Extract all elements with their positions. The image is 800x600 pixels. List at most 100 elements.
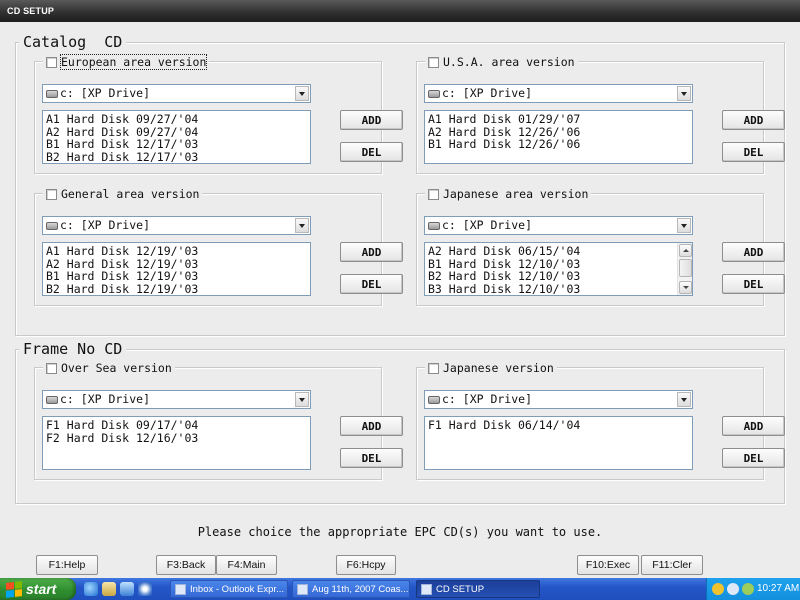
list-item[interactable]: A1 Hard Disk 12/19/'03 <box>46 245 310 258</box>
chevron-down-icon[interactable] <box>295 218 309 233</box>
list-item[interactable]: B1 Hard Disk 12/17/'03 <box>46 138 310 151</box>
japanese-version-del-button[interactable]: DEL <box>722 448 785 468</box>
list-item[interactable]: A2 Hard Disk 06/15/'04 <box>428 245 676 258</box>
usa-disk-list[interactable]: A1 Hard Disk 01/29/'07 A2 Hard Disk 12/2… <box>424 110 693 164</box>
checkbox-box[interactable] <box>428 362 439 374</box>
usa-area-checkbox[interactable]: U.S.A. area version <box>425 54 578 70</box>
european-del-button[interactable]: DEL <box>340 142 403 162</box>
list-item[interactable]: B2 Hard Disk 12/10/'03 <box>428 270 676 283</box>
general-del-button[interactable]: DEL <box>340 274 403 294</box>
drive-select-value: c: [XP Drive] <box>60 218 151 232</box>
over-sea-del-button[interactable]: DEL <box>340 448 403 468</box>
f11-cler-button[interactable]: F11:Cler <box>641 555 703 575</box>
drive-icon <box>46 221 58 230</box>
start-button[interactable]: start <box>0 578 76 600</box>
scroll-down-icon[interactable] <box>679 281 692 294</box>
windows-logo-icon <box>6 580 22 598</box>
chevron-down-icon[interactable] <box>677 86 691 101</box>
outlook-express-icon[interactable] <box>102 582 116 596</box>
list-item[interactable]: B1 Hard Disk 12/26/'06 <box>428 138 692 151</box>
usa-add-button[interactable]: ADD <box>722 110 785 130</box>
shield-icon[interactable] <box>712 583 724 595</box>
catalog-cd-group-title: Catalog CD <box>19 34 127 50</box>
general-area-checkbox[interactable]: General area version <box>43 186 203 202</box>
drive-icon <box>46 395 58 404</box>
list-item[interactable]: B2 Hard Disk 12/19/'03 <box>46 282 310 296</box>
drive-icon <box>46 89 58 98</box>
clock[interactable]: 10:27 AM <box>757 583 799 594</box>
list-item[interactable]: F1 Hard Disk 06/14/'04 <box>428 419 692 432</box>
chevron-down-icon[interactable] <box>677 392 691 407</box>
european-drive-select[interactable]: c: [XP Drive] <box>42 84 311 103</box>
list-scrollbar[interactable] <box>677 243 692 295</box>
f10-exec-button[interactable]: F10:Exec <box>577 555 639 575</box>
japanese-area-add-button[interactable]: ADD <box>722 242 785 262</box>
taskbar-item-cd-setup[interactable]: CD SETUP <box>416 580 540 598</box>
drive-select-value: c: [XP Drive] <box>442 86 533 100</box>
taskbar-item-label: CD SETUP <box>436 583 485 595</box>
chevron-down-icon[interactable] <box>295 86 309 101</box>
japanese-version-add-button[interactable]: ADD <box>722 416 785 436</box>
volume-icon[interactable] <box>727 583 739 595</box>
network-icon[interactable] <box>742 583 754 595</box>
function-key-bar: F1:Help F3:Back F4:Main F6:Hcpy F10:Exec… <box>0 542 800 578</box>
media-player-icon[interactable] <box>138 582 152 596</box>
over-sea-checkbox[interactable]: Over Sea version <box>43 360 175 376</box>
list-item[interactable]: F1 Hard Disk 09/17/'04 <box>46 419 310 432</box>
internet-explorer-icon[interactable] <box>84 582 98 596</box>
application-icon <box>421 583 432 595</box>
f6-hcpy-button[interactable]: F6:Hcpy <box>336 555 396 575</box>
drive-select-value: c: [XP Drive] <box>442 218 533 232</box>
chevron-down-icon[interactable] <box>295 392 309 407</box>
general-drive-select[interactable]: c: [XP Drive] <box>42 216 311 235</box>
list-item[interactable]: A1 Hard Disk 09/27/'04 <box>46 113 310 126</box>
usa-area-label: U.S.A. area version <box>443 55 575 69</box>
list-item[interactable]: A1 Hard Disk 01/29/'07 <box>428 113 692 126</box>
scroll-up-icon[interactable] <box>679 244 692 257</box>
european-disk-list[interactable]: A1 Hard Disk 09/27/'04 A2 Hard Disk 09/2… <box>42 110 311 164</box>
checkbox-box[interactable] <box>46 362 57 374</box>
japanese-area-drive-select[interactable]: c: [XP Drive] <box>424 216 693 235</box>
list-item[interactable]: B2 Hard Disk 12/17/'03 <box>46 150 310 164</box>
japanese-version-drive-select[interactable]: c: [XP Drive] <box>424 390 693 409</box>
over-sea-disk-list[interactable]: F1 Hard Disk 09/17/'04 F2 Hard Disk 12/1… <box>42 416 311 470</box>
usa-del-button[interactable]: DEL <box>722 142 785 162</box>
general-disk-list[interactable]: A1 Hard Disk 12/19/'03 A2 Hard Disk 12/1… <box>42 242 311 296</box>
checkbox-box[interactable] <box>46 56 57 68</box>
drive-select-value: c: [XP Drive] <box>60 392 151 406</box>
general-add-button[interactable]: ADD <box>340 242 403 262</box>
japanese-version-checkbox[interactable]: Japanese version <box>425 360 557 376</box>
drive-icon <box>428 395 440 404</box>
start-label: start <box>26 581 57 597</box>
european-add-button[interactable]: ADD <box>340 110 403 130</box>
japanese-area-del-button[interactable]: DEL <box>722 274 785 294</box>
frame-no-cd-group: Frame No CD Over Sea version c: [XP Driv… <box>15 341 785 504</box>
f3-back-button[interactable]: F3:Back <box>156 555 216 575</box>
show-desktop-icon[interactable] <box>120 582 134 596</box>
checkbox-box[interactable] <box>428 188 439 200</box>
drive-select-value: c: [XP Drive] <box>442 392 533 406</box>
chevron-down-icon[interactable] <box>677 218 691 233</box>
over-sea-add-button[interactable]: ADD <box>340 416 403 436</box>
checkbox-box[interactable] <box>428 56 439 68</box>
taskbar: start Inbox - Outlook Expr... Aug 11th, … <box>0 578 800 600</box>
usa-drive-select[interactable]: c: [XP Drive] <box>424 84 693 103</box>
list-item[interactable]: B3 Hard Disk 12/10/'03 <box>428 282 676 296</box>
european-area-checkbox[interactable]: European area version <box>43 54 210 70</box>
window-title-bar[interactable]: CD SETUP <box>0 0 800 22</box>
japanese-version-disk-list[interactable]: F1 Hard Disk 06/14/'04 <box>424 416 693 470</box>
taskbar-item-label: Inbox - Outlook Expr... <box>190 583 284 595</box>
f4-main-button[interactable]: F4:Main <box>216 555 277 575</box>
taskbar-item-word[interactable]: Aug 11th, 2007 Coas... <box>292 580 410 598</box>
japanese-area-checkbox[interactable]: Japanese area version <box>425 186 592 202</box>
checkbox-box[interactable] <box>46 188 57 200</box>
over-sea-drive-select[interactable]: c: [XP Drive] <box>42 390 311 409</box>
japanese-area-disk-list[interactable]: A2 Hard Disk 06/15/'04 B1 Hard Disk 12/1… <box>424 242 693 296</box>
list-item[interactable]: F2 Hard Disk 12/16/'03 <box>46 431 310 445</box>
f1-help-button[interactable]: F1:Help <box>36 555 98 575</box>
taskbar-item-outlook[interactable]: Inbox - Outlook Expr... <box>170 580 288 598</box>
list-item[interactable]: B1 Hard Disk 12/19/'03 <box>46 270 310 283</box>
scroll-thumb[interactable] <box>679 259 692 277</box>
general-area-label: General area version <box>61 187 200 201</box>
frame-no-cd-group-title: Frame No CD <box>19 341 127 357</box>
